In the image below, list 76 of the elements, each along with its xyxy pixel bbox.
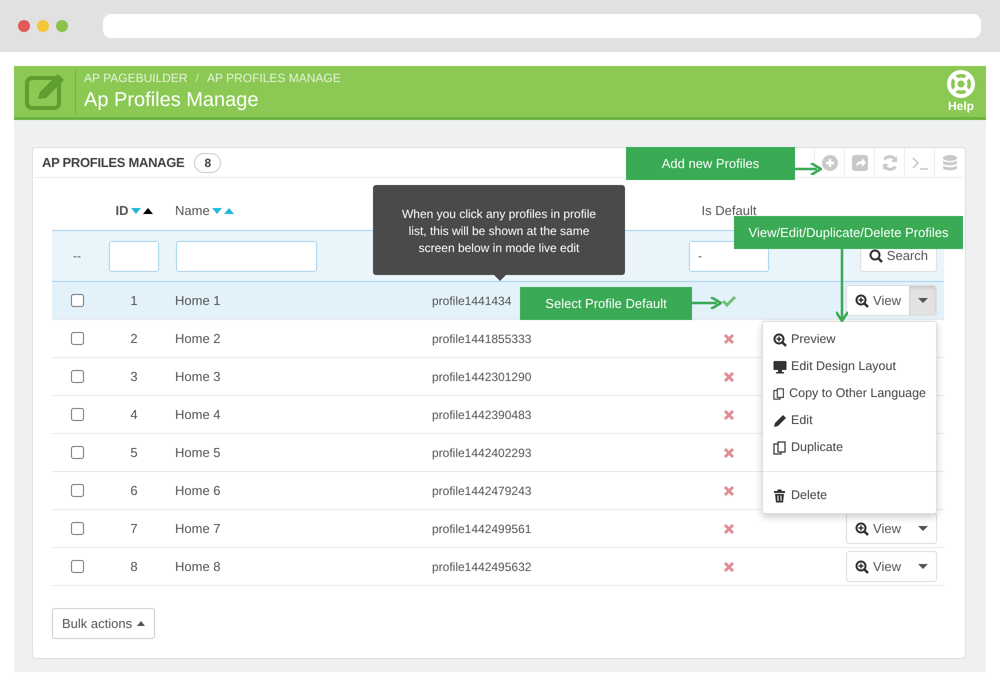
profile-cell: profile1442499561	[432, 522, 532, 536]
arrow-icon	[692, 297, 722, 309]
id-cell-text: 2	[129, 330, 139, 348]
monitor-icon	[773, 360, 787, 374]
menu-item[interactable]: Preview	[763, 326, 936, 353]
profile-cell: profile1442479243	[432, 484, 532, 498]
lifebuoy-icon	[946, 69, 976, 99]
caret-icon	[918, 298, 928, 303]
name-cell-text: Home 1	[174, 292, 222, 310]
name-cell-text: Home 4	[174, 406, 222, 424]
profile-cell: profile1441434	[432, 294, 512, 308]
caret-icon	[918, 564, 928, 569]
pencil-icon	[773, 414, 787, 428]
menu-item[interactable]: Edit Design Layout	[763, 353, 936, 380]
zoom-in-icon	[855, 294, 870, 308]
profile-cell: profile1442390483	[432, 408, 532, 422]
refresh-icon	[880, 154, 898, 172]
callout-tooltip: View/Edit/Duplicate/Delete Profiles	[734, 216, 963, 249]
zoom-in-icon	[855, 522, 870, 536]
search-icon	[868, 249, 883, 263]
callout-tooltip: Add new Profiles	[626, 147, 795, 180]
zoom-in-icon	[855, 560, 870, 574]
row-checkbox[interactable]	[70, 408, 84, 421]
menu-item[interactable]: Edit	[763, 407, 936, 434]
column-header[interactable]: ID	[116, 201, 128, 221]
id-cell-text: 4	[129, 406, 139, 424]
profile-cell: profile1441855333	[432, 332, 532, 346]
id-cell-text: 6	[129, 482, 139, 500]
name-cell-text: Home 5	[174, 444, 222, 462]
tooltip: When you click any profiles in profile list, this will be shown at the same screen below in mode live edit	[373, 185, 625, 275]
name-filter-field[interactable]	[176, 240, 317, 272]
caret-icon	[137, 621, 146, 626]
plus-circle-icon	[820, 154, 838, 172]
profile-cell: profile1442301290	[432, 370, 532, 384]
dropdown-toggle[interactable]	[909, 286, 936, 315]
row-checkbox[interactable]	[70, 522, 84, 535]
panel-title: AP PROFILES MANAGE	[42, 154, 184, 172]
copy-icon	[773, 386, 786, 400]
caret-icon	[918, 526, 928, 531]
profile-cell: profile1442402293	[432, 446, 532, 460]
name-cell-text: Home 8	[174, 558, 222, 576]
column-header[interactable]: Name	[175, 201, 210, 221]
bulk-actions-button[interactable]: Bulk actions	[52, 608, 156, 639]
share-icon	[850, 154, 868, 172]
row-checkbox[interactable]	[70, 332, 84, 345]
tooltip-tail	[494, 275, 506, 281]
row-checkbox[interactable]	[70, 484, 84, 497]
filter-reset: --	[72, 248, 82, 265]
id-cell-text: 5	[129, 444, 139, 462]
row-checkbox[interactable]	[70, 446, 84, 459]
arrow-icon	[795, 163, 822, 175]
row-checkbox[interactable]	[70, 294, 84, 307]
breadcrumb-separator: /	[196, 70, 199, 84]
row-checkbox[interactable]	[70, 370, 84, 383]
id-cell-text: 1	[129, 292, 139, 310]
database-icon	[940, 154, 958, 172]
name-cell-text: Home 6	[174, 482, 222, 500]
count-badge: 8	[194, 152, 222, 172]
id-cell-text: 8	[129, 558, 139, 576]
menu-item[interactable]: Duplicate	[763, 434, 936, 461]
id-cell-text: 3	[129, 368, 139, 386]
callout-tooltip: Select Profile Default	[520, 287, 692, 320]
row-checkbox[interactable]	[70, 560, 84, 573]
id-cell-text: 7	[129, 520, 139, 538]
id-filter-field[interactable]	[109, 240, 159, 272]
name-cell-text: Home 2	[174, 330, 222, 348]
name-cell-text: Home 3	[174, 368, 222, 386]
zoom-in-icon	[773, 332, 787, 346]
name-cell-text: Home 7	[174, 520, 222, 538]
arrow-icon	[836, 249, 848, 322]
copy-icon	[773, 440, 787, 454]
menu-item[interactable]: Copy to Other Language	[763, 380, 936, 407]
profile-cell: profile1442495632	[432, 560, 532, 574]
trash-icon	[773, 488, 787, 502]
menu-item[interactable]: Delete	[763, 482, 936, 509]
page-title: Ap Profiles Manage	[84, 88, 260, 112]
